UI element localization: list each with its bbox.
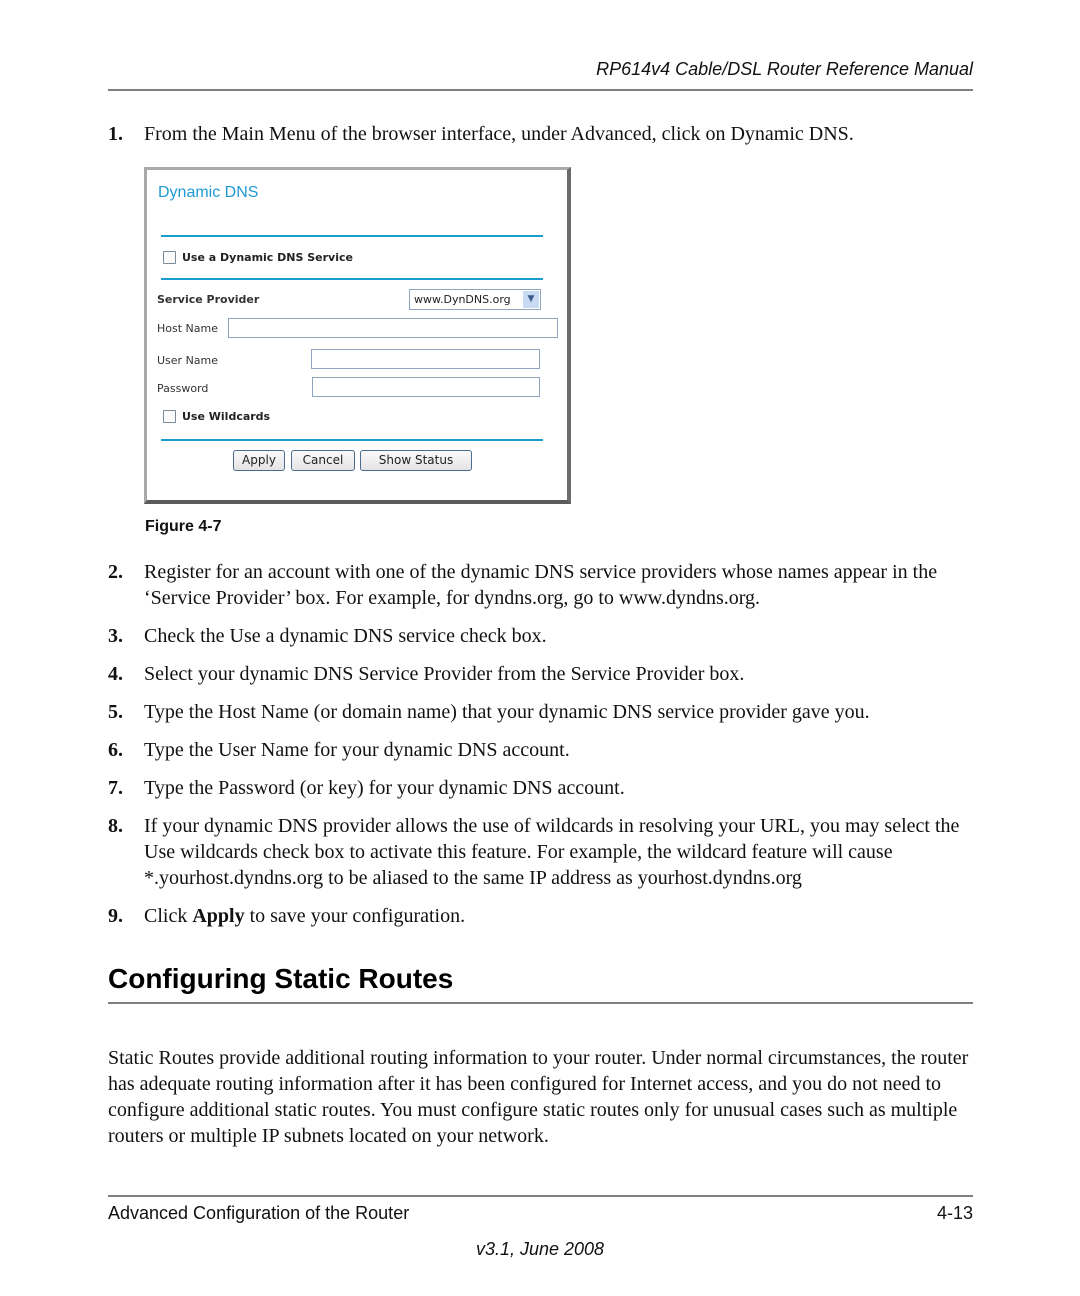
step-8: 8. If your dynamic DNS provider allows t… [108,813,978,891]
step-5: 5. Type the Host Name (or domain name) t… [108,699,978,725]
use-dynamic-dns-row[interactable]: Use a Dynamic DNS Service [163,251,353,264]
step-3: 3. Check the Use a dynamic DNS service c… [108,623,978,649]
cancel-button[interactable]: Cancel [291,450,355,471]
footer-chapter: Advanced Configuration of the Router [108,1203,410,1223]
service-provider-label: Service Provider [157,293,260,306]
step-2: 2. Register for an account with one of t… [108,559,978,611]
step-text: Check the Use a dynamic DNS service chec… [144,625,547,647]
figure-caption: Figure 4-7 [145,518,222,535]
password-input[interactable] [312,377,540,397]
running-header-title: RP614v4 Cable/DSL Router Reference Manua… [596,59,973,79]
step-text: Select your dynamic DNS Service Provider… [144,663,745,685]
step-text: Type the Host Name (or domain name) that… [144,701,870,723]
step-text: If your dynamic DNS provider allows the … [144,815,960,889]
section-divider [108,1002,973,1004]
host-name-input[interactable] [228,318,558,338]
step-6: 6. Type the User Name for your dynamic D… [108,737,978,763]
user-name-label: User Name [157,354,219,367]
step-number: 3. [108,625,123,647]
step-9: 9. Click Apply to save your configuratio… [108,903,978,929]
footer-page-number: 4-13 [936,1203,973,1223]
user-name-input[interactable] [311,349,540,369]
step-1: 1. From the Main Menu of the browser int… [108,121,978,147]
footer-divider [108,1195,973,1197]
use-dynamic-dns-label: Use a Dynamic DNS Service [182,251,353,264]
use-wildcards-label: Use Wildcards [182,410,271,423]
chevron-down-icon[interactable]: ▼ [523,291,539,308]
step-number: 4. [108,663,123,685]
password-label: Password [157,382,209,395]
step-7: 7. Type the Password (or key) for your d… [108,775,978,801]
show-status-button[interactable]: Show Status [360,450,472,471]
step-number: 2. [108,561,123,583]
step-number: 1. [108,123,123,145]
panel-title: Dynamic DNS [158,184,259,201]
step-text-after: to save your configuration. [244,905,466,927]
panel-divider [161,439,543,441]
step-number: 9. [108,905,123,927]
step-4: 4. Select your dynamic DNS Service Provi… [108,661,978,687]
step-number: 8. [108,815,123,837]
step-text: Register for an account with one of the … [144,561,938,609]
use-wildcards-checkbox[interactable] [163,410,176,423]
step-number: 6. [108,739,123,761]
use-dynamic-dns-checkbox[interactable] [163,251,176,264]
panel-divider [161,235,543,237]
apply-emphasis: Apply [192,905,245,927]
step-number: 5. [108,701,123,723]
panel-divider [161,278,543,280]
step-number: 7. [108,777,123,799]
section-heading: Configuring Static Routes [108,963,454,994]
step-text: Type the Password (or key) for your dyna… [144,777,625,799]
step-text-before: Click [144,905,193,927]
step-text: Click Apply to save your configuration. [144,903,978,929]
section-paragraph: Static Routes provide additional routing… [108,1047,969,1147]
step-text: Type the User Name for your dynamic DNS … [144,739,570,761]
footer-version: v3.1, June 2008 [475,1239,605,1259]
service-provider-select[interactable]: www.DynDNS.org ▼ [409,289,541,310]
use-wildcards-row[interactable]: Use Wildcards [163,410,270,423]
dynamic-dns-screenshot: Dynamic DNS Use a Dynamic DNS Service Se… [144,167,571,504]
step-text: From the Main Menu of the browser interf… [144,123,854,145]
apply-button[interactable]: Apply [233,450,285,471]
header-divider [108,89,973,91]
service-provider-value: www.DynDNS.org [414,293,511,306]
host-name-label: Host Name [157,322,218,335]
